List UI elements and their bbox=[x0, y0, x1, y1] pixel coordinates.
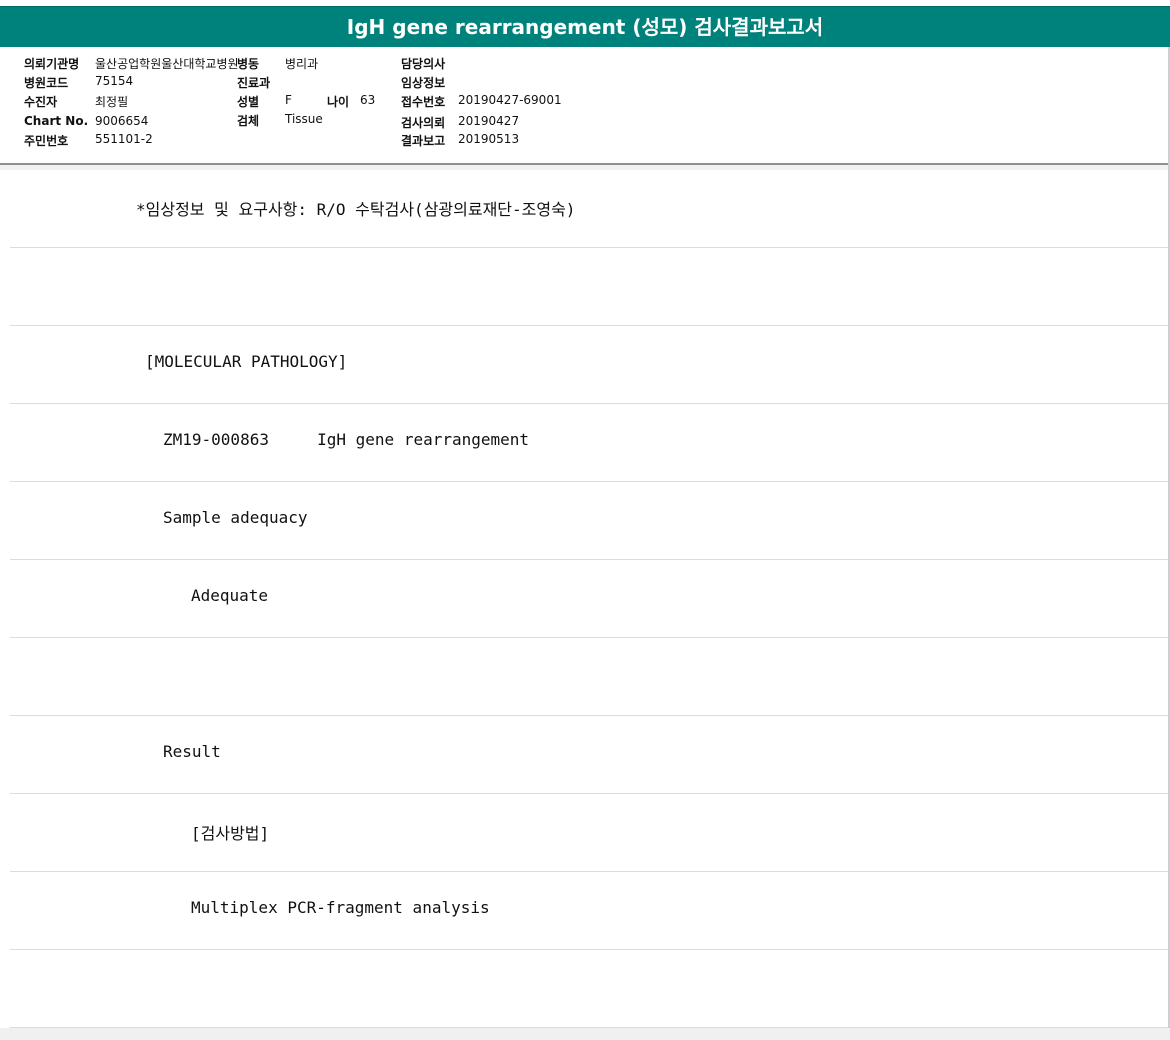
report-line: Adequate bbox=[10, 560, 1168, 638]
result-heading: Result bbox=[163, 742, 221, 761]
chart-label: Chart No. bbox=[24, 114, 89, 128]
section-heading: [MOLECULAR PATHOLOGY] bbox=[145, 352, 348, 371]
hospital-code-label: 병원코드 bbox=[24, 76, 69, 90]
report-title: IgH gene rearrangement (성모) 검사결과보고서 bbox=[0, 6, 1170, 47]
report-line: [MOLECULAR PATHOLOGY] bbox=[10, 326, 1168, 404]
age-label: 나이 bbox=[327, 95, 350, 109]
clinical-info-label: 임상정보 bbox=[401, 76, 446, 90]
ward-label: 병동 bbox=[237, 57, 260, 71]
report-body: *임상정보 및 요구사항: R/O 수탁검사(삼광의료재단-조영숙) [MOLE… bbox=[0, 170, 1170, 1028]
report-line: [검사방법] bbox=[10, 794, 1168, 872]
report-line: Multiplex PCR-fragment analysis bbox=[10, 872, 1168, 950]
bottom-band bbox=[0, 1028, 1170, 1040]
sample-adequacy-value: Adequate bbox=[191, 586, 269, 605]
report-line bbox=[10, 950, 1168, 1028]
accession-value: 20190427-69001 bbox=[458, 93, 562, 107]
report-line: *임상정보 및 요구사항: R/O 수탁검사(삼광의료재단-조영숙) bbox=[10, 170, 1168, 248]
ward-value: 병리과 bbox=[285, 57, 319, 71]
age-value: 63 bbox=[360, 93, 376, 107]
report-date-value: 20190513 bbox=[458, 132, 520, 146]
accession-label: 접수번호 bbox=[401, 95, 446, 109]
resident-label: 주민번호 bbox=[24, 134, 69, 148]
patient-label: 수진자 bbox=[24, 95, 58, 109]
patient-value: 최정필 bbox=[95, 95, 129, 109]
report-line bbox=[10, 638, 1168, 716]
report-line bbox=[10, 248, 1168, 326]
department-label: 진료과 bbox=[237, 76, 271, 90]
institution-label: 의뢰기관명 bbox=[24, 57, 80, 71]
report-line: Sample adequacy bbox=[10, 482, 1168, 560]
test-id-line: ZM19-000863 IgH gene rearrangement bbox=[163, 430, 530, 449]
doctor-label: 담당의사 bbox=[401, 57, 446, 71]
institution-value: 울산공업학원울산대학교병원 bbox=[95, 57, 239, 71]
patient-info-panel: 의뢰기관명 울산공업학원울산대학교병원 병동 병리과 담당의사 병원코드 751… bbox=[0, 47, 1170, 163]
request-label: 검사의뢰 bbox=[401, 116, 446, 130]
hospital-code-value: 75154 bbox=[95, 74, 134, 88]
sample-adequacy-heading: Sample adequacy bbox=[163, 508, 308, 527]
clinical-request-text: *임상정보 및 요구사항: R/O 수탁검사(삼광의료재단-조영숙) bbox=[136, 200, 576, 219]
report-line: Result bbox=[10, 716, 1168, 794]
report-date-label: 결과보고 bbox=[401, 134, 446, 148]
sex-value: F bbox=[285, 93, 292, 107]
chart-value: 9006654 bbox=[95, 114, 149, 128]
specimen-value: Tissue bbox=[285, 112, 323, 126]
resident-value: 551101-2 bbox=[95, 132, 153, 146]
report-line: ZM19-000863 IgH gene rearrangement bbox=[10, 404, 1168, 482]
specimen-label: 검체 bbox=[237, 114, 260, 128]
method-heading: [검사방법] bbox=[191, 824, 270, 843]
sex-label: 성별 bbox=[237, 95, 260, 109]
method-value: Multiplex PCR-fragment analysis bbox=[191, 898, 490, 917]
request-value: 20190427 bbox=[458, 114, 520, 128]
